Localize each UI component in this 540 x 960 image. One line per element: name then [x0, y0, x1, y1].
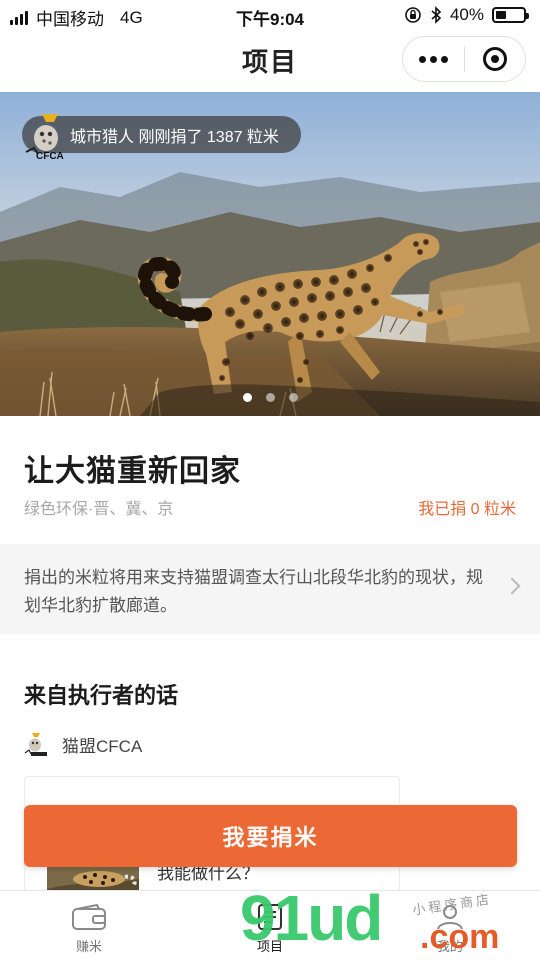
miniprogram-capsule — [402, 36, 526, 82]
bluetooth-icon — [431, 6, 442, 24]
battery-icon — [492, 7, 529, 23]
tab-label: 赚米 — [75, 939, 102, 954]
donation-toast: CFCA 城市猎人 刚刚捐了 1387 粒米 — [22, 114, 301, 162]
donate-button[interactable]: 我要捐米 — [24, 805, 517, 867]
banner-carousel[interactable]: CFCA 城市猎人 刚刚捐了 1387 粒米 — [0, 92, 540, 416]
nav-bar: 项目 — [0, 30, 540, 90]
battery-percent: 40% — [449, 5, 484, 24]
tab-earn[interactable]: 赚米 — [39, 903, 139, 955]
status-right: 40% — [404, 5, 529, 25]
executor-org[interactable]: 猫盟CFCA — [24, 731, 142, 757]
tab-mine[interactable]: 我的 — [400, 903, 500, 955]
project-tag: 绿色环保·晋、冀、京 — [24, 501, 174, 518]
project-description[interactable]: 捐出的米粒将用来支持猫盟调查太行山北段华北豹的现状，规划华北豹扩散廊道。 — [0, 544, 540, 634]
target-icon — [482, 47, 507, 71]
status-bar: 中国移动 4G 下午9:04 40% — [0, 0, 540, 30]
toast-text: 城市猎人 刚刚捐了 1387 粒米 — [70, 128, 279, 146]
tab-project[interactable]: 项目 — [220, 903, 320, 955]
project-title: 让大猫重新回家 — [24, 455, 241, 488]
cfca-logo: CFCA — [25, 114, 64, 162]
pager-dot — [265, 393, 275, 402]
project-icon — [258, 904, 282, 930]
pager-dot — [288, 393, 298, 402]
profile-icon — [437, 905, 463, 930]
description-text: 捐出的米粒将用来支持猫盟调查太行山北段华北豹的现状，规划华北豹扩散廊道。 — [24, 568, 483, 615]
org-logo-icon — [24, 733, 47, 756]
executor-section-title: 来自执行者的话 — [24, 683, 179, 708]
close-miniprogram-button[interactable] — [465, 37, 526, 81]
pager-dot — [242, 393, 252, 402]
wallet-icon — [72, 903, 106, 930]
orientation-lock-icon — [405, 7, 421, 23]
tab-label: 我的 — [436, 939, 463, 954]
tab-label: 项目 — [256, 939, 283, 954]
my-donation: 我已捐 0 粒米 — [418, 501, 516, 518]
more-button[interactable] — [403, 37, 464, 81]
tab-bar: 赚米 项目 我的 — [0, 890, 540, 960]
org-name: 猫盟CFCA — [62, 736, 143, 756]
cfca-logo-text: CFCA — [36, 151, 64, 162]
carousel-pager — [0, 393, 540, 402]
more-icon — [418, 55, 448, 63]
chevron-right-icon — [503, 577, 521, 595]
